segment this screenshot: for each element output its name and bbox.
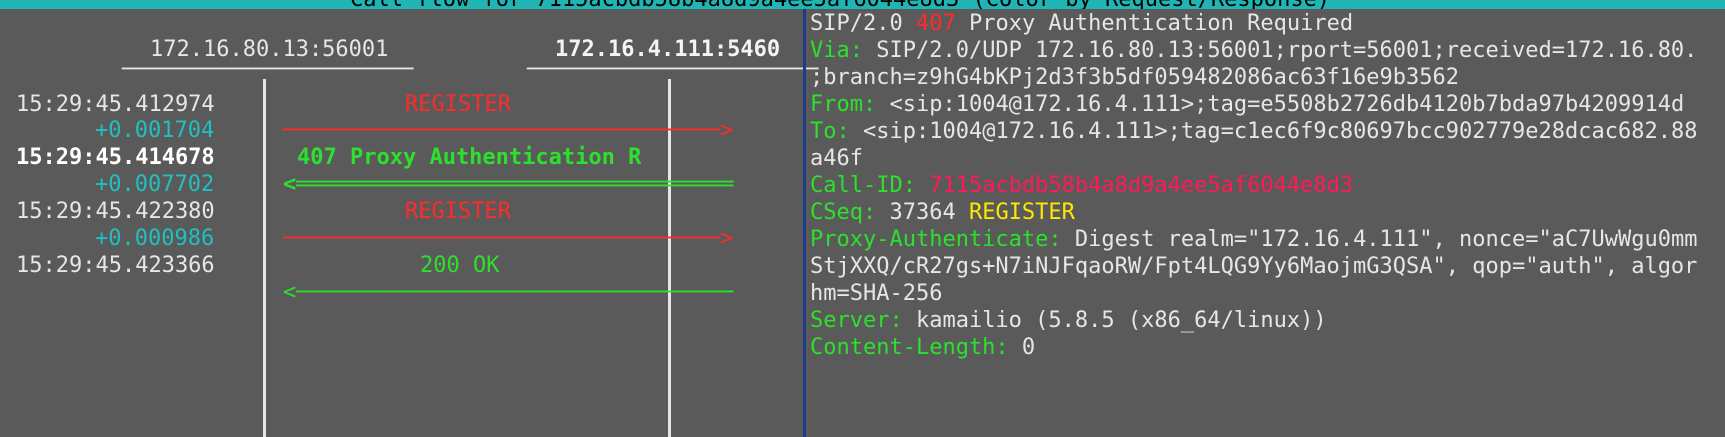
flow-label: 200 OK — [420, 253, 500, 278]
host-left-underline: ────────────────────── — [122, 57, 414, 82]
header-name: CSeq: — [810, 200, 877, 225]
lifeline-left — [263, 79, 266, 437]
message-panel[interactable]: SIP/2.0 407 Proxy Authentication Require… — [810, 10, 1722, 437]
cseq-method: REGISTER — [968, 200, 1075, 225]
header-via-cont: ;branch=z9hG4bKPj2d3f3b5df059482086ac63f… — [810, 64, 1722, 91]
header-proxy-authenticate: Proxy-Authenticate: Digest realm="172.16… — [810, 226, 1722, 253]
header-proxy-authenticate-cont: hm=SHA-256 — [810, 280, 1722, 307]
host-right-underline: ────────────────────── — [527, 57, 819, 82]
call-flow-panel[interactable]: 172.16.80.13:56001 172.16.4.111:5460 ───… — [0, 9, 818, 437]
header-server: Server: kamailio (5.8.5 (x86_64/linux)) — [810, 307, 1722, 334]
header-to: To: <sip:1004@172.16.4.111>;tag=c1ec6f9c… — [810, 118, 1722, 145]
flow-time: 15:29:45.414678 — [16, 145, 215, 170]
header-value: StjXXQ/cR27gs+N7iNJFqaoRW/Fpt4LQG9Yy6Mao… — [810, 254, 1698, 279]
status-line: SIP/2.0 407 Proxy Authentication Require… — [810, 10, 1722, 37]
flow-label: REGISTER — [405, 92, 511, 117]
header-name: Proxy-Authenticate: — [810, 227, 1062, 252]
header-name: Content-Length: — [810, 335, 1009, 360]
flow-time: 15:29:45.412974 — [16, 92, 215, 117]
arrow-left: <═════════════════════════════════ — [283, 172, 734, 197]
flow-delta: +0.001704 — [95, 118, 215, 143]
header-content-length: Content-Length: 0 — [810, 334, 1722, 361]
cseq-number: 37364 — [876, 200, 969, 225]
panel-divider[interactable] — [803, 9, 806, 437]
flow-time: 15:29:45.423366 — [16, 253, 215, 278]
header-from: From: <sip:1004@172.16.4.111>;tag=e5508b… — [810, 91, 1722, 118]
header-name: Server: — [810, 308, 903, 333]
status-text: Proxy Authentication Required — [955, 11, 1354, 36]
header-value: <sip:1004@172.16.4.111>;tag=c1ec6f9c8069… — [849, 119, 1698, 144]
status-code: 407 — [915, 11, 956, 36]
flow-delta: +0.007702 — [95, 172, 215, 197]
status-prefix: SIP/2.0 — [810, 11, 916, 36]
header-value: 0 — [1008, 335, 1036, 360]
header-via: Via: SIP/2.0/UDP 172.16.80.13:56001;rpor… — [810, 37, 1722, 64]
call-id-value: 7115acbdb58b4a8d9a4ee5af6044e8d3 — [929, 173, 1354, 198]
header-call-id: Call-ID: 7115acbdb58b4a8d9a4ee5af6044e8d… — [810, 172, 1722, 199]
flow-label: 407 Proxy Authentication R — [297, 145, 642, 170]
header-name: To: — [810, 119, 850, 144]
arrow-right: ─────────────────────────────────> — [283, 118, 734, 143]
header-name: Call-ID: — [810, 173, 916, 198]
header-value: <sip:1004@172.16.4.111>;tag=e5508b2726db… — [876, 92, 1685, 117]
title-bar: Call flow for 7115acbdb58b4a8d9a4ee5af60… — [0, 0, 1725, 9]
header-cseq: CSeq: 37364 REGISTER — [810, 199, 1722, 226]
arrow-right: ─────────────────────────────────> — [283, 226, 734, 251]
header-value: Digest realm="172.16.4.111", nonce="aC7U… — [1061, 227, 1698, 252]
window-title: Call flow for 7115acbdb58b4a8d9a4ee5af60… — [350, 0, 1330, 9]
header-value: kamailio (5.8.5 (x86_64/linux)) — [902, 308, 1327, 333]
arrow-left: <───────────────────────────────── — [283, 280, 734, 305]
header-value: hm=SHA-256 — [810, 281, 943, 306]
header-value: SIP/2.0/UDP 172.16.80.13:56001;rport=560… — [862, 38, 1698, 63]
header-proxy-authenticate-cont: StjXXQ/cR27gs+N7iNJFqaoRW/Fpt4LQG9Yy6Mao… — [810, 253, 1722, 280]
header-name: Via: — [810, 38, 863, 63]
flow-delta: +0.000986 — [95, 226, 215, 251]
header-value: a46f — [810, 146, 863, 171]
header-value: ;branch=z9hG4bKPj2d3f3b5df059482086ac63f… — [810, 65, 1460, 90]
flow-label: REGISTER — [405, 199, 511, 224]
header-to-cont: a46f — [810, 145, 1722, 172]
flow-time: 15:29:45.422380 — [16, 199, 215, 224]
header-name: From: — [810, 92, 877, 117]
